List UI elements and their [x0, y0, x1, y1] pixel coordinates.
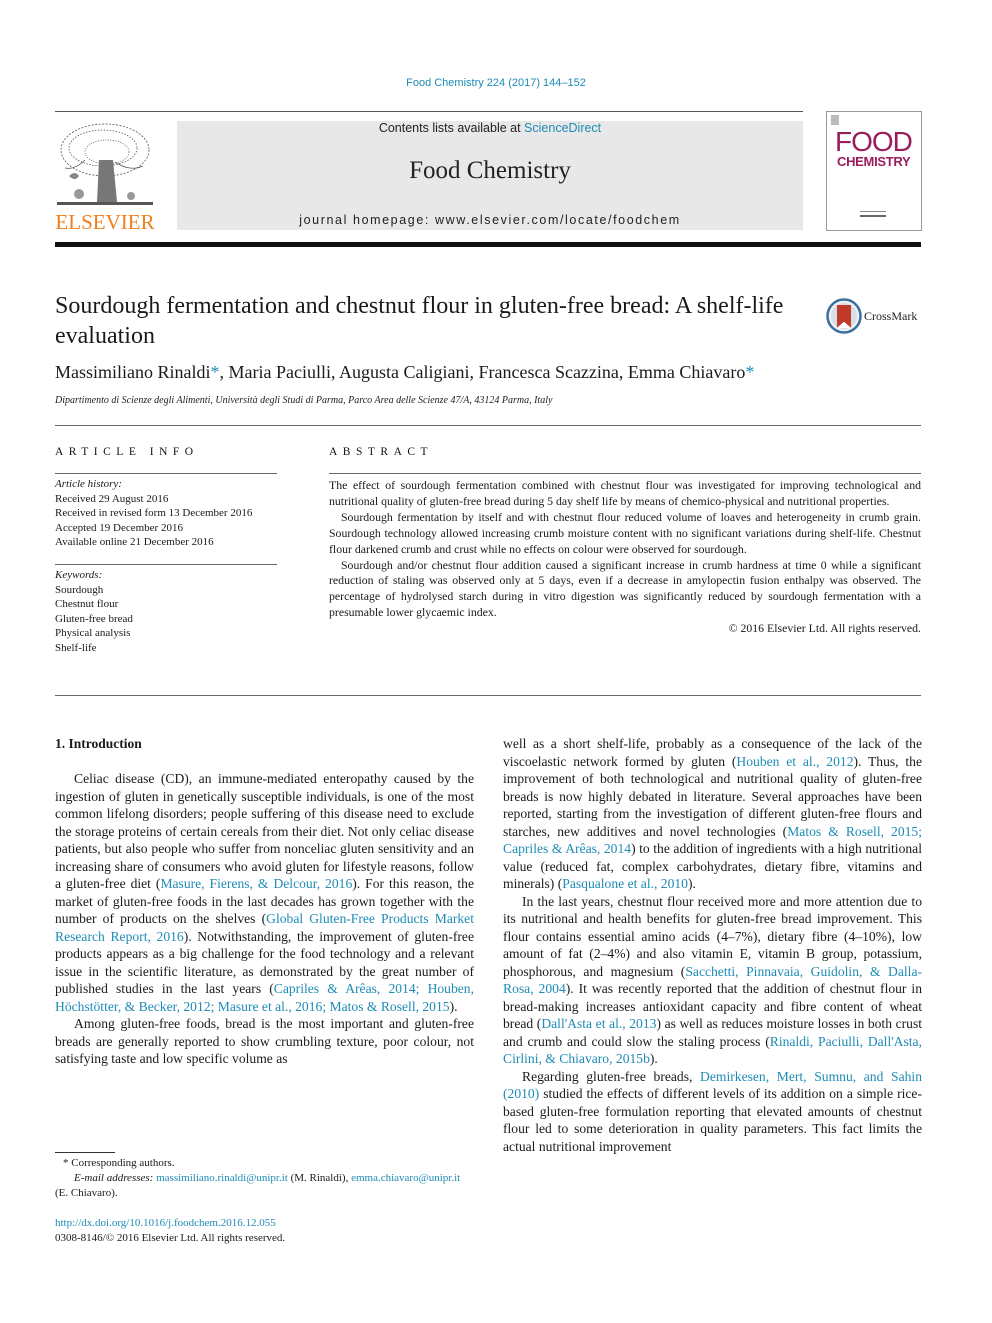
- issn-line: 0308-8146/© 2016 Elsevier Ltd. All right…: [55, 1232, 286, 1244]
- divider: [55, 564, 277, 565]
- author-name[interactable]: Francesca Scazzina: [478, 362, 618, 382]
- email-link-rinaldi[interactable]: massimiliano.rinaldi@unipr.it: [156, 1172, 288, 1184]
- body-paragraph: In the last years, chestnut flour receiv…: [503, 893, 922, 1068]
- elsevier-wordmark: ELSEVIER: [55, 210, 155, 234]
- citation-link[interactable]: Pasqualone et al., 2010: [562, 876, 688, 891]
- header-thick-rule: [55, 242, 921, 247]
- article-history-label: Article history:: [55, 478, 122, 490]
- body-text: ).: [449, 998, 458, 1014]
- sciencedirect-link[interactable]: ScienceDirect: [524, 121, 601, 135]
- abstract-heading: ABSTRACT: [329, 446, 434, 458]
- keyword: Shelf-life: [55, 641, 97, 654]
- author-separator: ,: [330, 362, 339, 382]
- doi-link[interactable]: http://dx.doi.org/10.1016/j.foodchem.201…: [55, 1217, 276, 1229]
- body-text: Among gluten-free foods, bread is the mo…: [55, 1016, 474, 1066]
- citation-link[interactable]: Masure, Fierens, & Delcour, 2016: [160, 876, 352, 891]
- body-paragraph: well as a short shelf-life, probably as …: [503, 735, 922, 893]
- body-paragraph: Celiac disease (CD), an immune-mediated …: [55, 770, 474, 1015]
- divider: [55, 473, 277, 474]
- body-column-right: well as a short shelf-life, probably as …: [503, 735, 922, 1155]
- cover-thumbnail-icon: [831, 115, 839, 125]
- keyword: Sourdough: [55, 583, 104, 596]
- email-label: E-mail addresses:: [74, 1172, 157, 1184]
- elsevier-logo[interactable]: ELSEVIER: [55, 120, 155, 235]
- keyword: Gluten-free bread: [55, 612, 133, 625]
- author-separator: ,: [219, 362, 229, 382]
- author-list: Massimiliano Rinaldi*, Maria Paciulli, A…: [55, 362, 754, 383]
- corresponding-star[interactable]: *: [745, 362, 754, 382]
- body-text: ).: [687, 876, 696, 891]
- author-separator: ,: [618, 362, 628, 382]
- corresponding-star[interactable]: *: [211, 362, 220, 382]
- article-history: Article history: Received 29 August 2016…: [55, 477, 285, 550]
- citation-link[interactable]: Dall'Asta et al., 2013: [541, 1016, 656, 1031]
- body-paragraph: Among gluten-free foods, bread is the mo…: [55, 1015, 474, 1068]
- crossmark-button[interactable]: CrossMark: [826, 298, 926, 334]
- author-name[interactable]: Massimiliano Rinaldi: [55, 362, 211, 382]
- contents-line: Contents lists available at ScienceDirec…: [177, 121, 803, 135]
- header-rule: [55, 111, 803, 112]
- divider: [55, 695, 921, 696]
- affiliation: Dipartimento di Scienze degli Alimenti, …: [55, 395, 553, 406]
- journal-banner: Contents lists available at ScienceDirec…: [177, 121, 803, 230]
- keywords-label: Keywords:: [55, 569, 103, 581]
- email-link-chiavaro[interactable]: emma.chiavaro@unipr.it: [351, 1172, 460, 1184]
- email-owner: (M. Rinaldi),: [287, 1172, 352, 1184]
- abstract-paragraph: Sourdough fermentation by itself and wit…: [329, 509, 921, 556]
- journal-cover[interactable]: FOOD CHEMISTRY: [826, 111, 922, 231]
- abstract-copyright: © 2016 Elsevier Ltd. All rights reserved…: [728, 621, 921, 636]
- footnotes: * Corresponding authors. E-mail addresse…: [55, 1156, 474, 1246]
- divider: [329, 473, 921, 474]
- cover-title-chemistry: CHEMISTRY: [837, 154, 911, 169]
- article-info-heading: ARTICLE INFO: [55, 446, 199, 458]
- cover-fineprint-line: [860, 211, 886, 212]
- abstract-paragraph: The effect of sourdough fermentation com…: [329, 478, 921, 508]
- body-text: ).: [649, 1051, 658, 1066]
- body-column-left: Celiac disease (CD), an immune-mediated …: [55, 770, 474, 1068]
- journal-citation[interactable]: Food Chemistry 224 (2017) 144–152: [0, 77, 992, 89]
- history-revised: Received in revised form 13 December 201…: [55, 507, 253, 519]
- corresponding-note: Corresponding authors.: [68, 1157, 175, 1169]
- citation-link[interactable]: Houben et al., 2012: [736, 754, 853, 769]
- keyword: Physical analysis: [55, 627, 131, 639]
- body-text: studied the effects of different levels …: [503, 1086, 922, 1154]
- history-accepted: Accepted 19 December 2016: [55, 521, 183, 534]
- body-paragraph: Regarding gluten-free breads, Demirkesen…: [503, 1068, 922, 1156]
- contents-prefix: Contents lists available at: [378, 121, 525, 135]
- keywords: Keywords: Sourdough Chestnut flour Glute…: [55, 568, 285, 655]
- author-name[interactable]: Emma Chiavaro: [628, 362, 745, 382]
- journal-homepage[interactable]: journal homepage: www.elsevier.com/locat…: [177, 213, 803, 227]
- body-text: Celiac disease (CD), an immune-mediated …: [55, 771, 474, 891]
- cover-fineprint-line: [860, 215, 886, 217]
- history-online: Available online 21 December 2016: [55, 536, 214, 548]
- author-name[interactable]: Augusta Caligiani: [339, 362, 469, 382]
- history-received: Received 29 August 2016: [55, 492, 169, 505]
- keyword: Chestnut flour: [55, 598, 119, 610]
- author-name[interactable]: Maria Paciulli: [229, 362, 331, 382]
- body-text: Regarding gluten-free breads,: [522, 1068, 701, 1084]
- crossmark-icon: [826, 298, 862, 334]
- divider: [55, 425, 921, 426]
- article-title: Sourdough fermentation and chestnut flou…: [55, 293, 784, 349]
- section-heading-introduction: 1. Introduction: [55, 736, 142, 751]
- journal-name[interactable]: Food Chemistry: [177, 157, 803, 185]
- elsevier-tree-icon: [57, 123, 153, 205]
- footnote-rule: [55, 1152, 115, 1153]
- crossmark-label: CrossMark: [864, 309, 918, 323]
- email-owner: (E. Chiavaro).: [55, 1187, 118, 1199]
- abstract-body: The effect of sourdough fermentation com…: [329, 478, 921, 637]
- abstract-paragraph: Sourdough and/or chestnut flour addition…: [329, 557, 921, 620]
